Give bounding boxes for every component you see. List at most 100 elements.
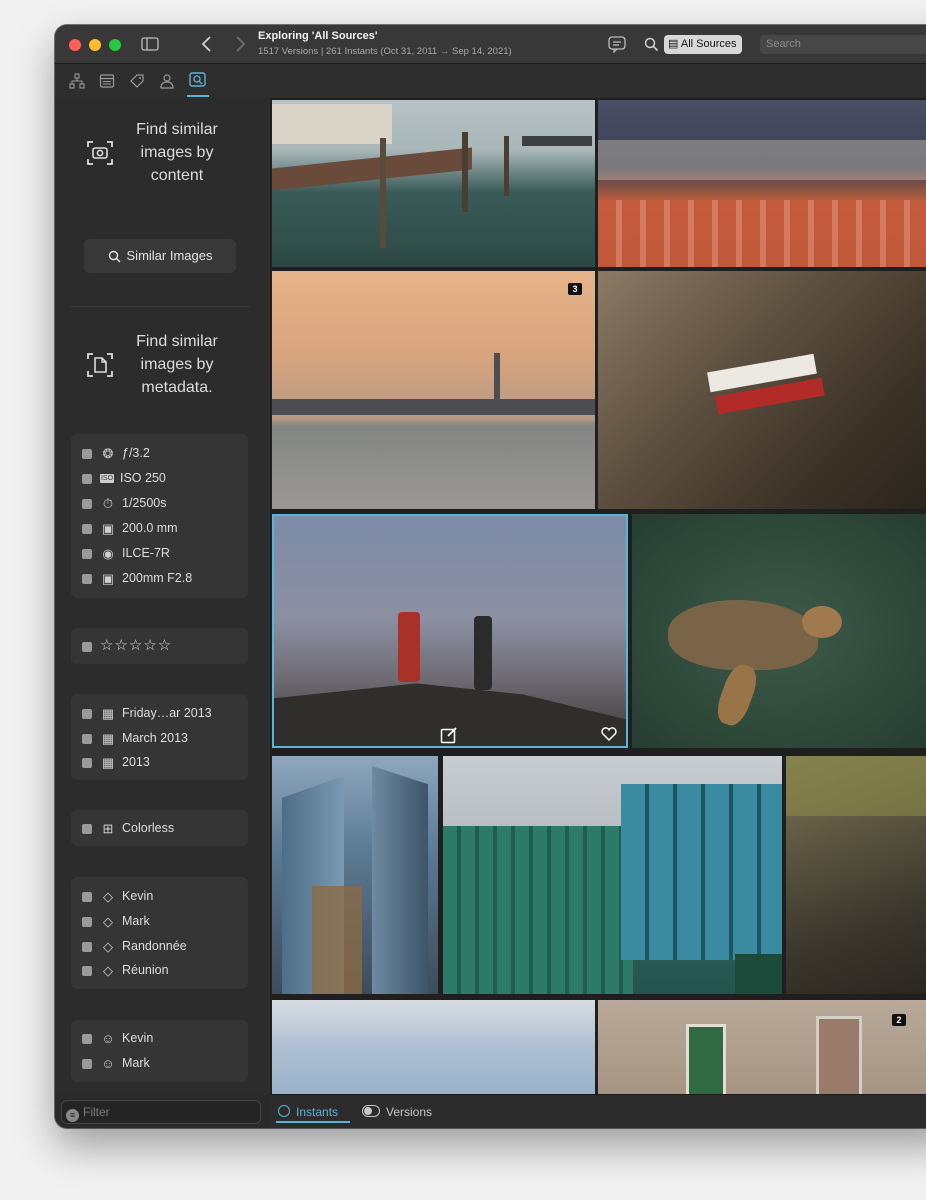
- tag-icon[interactable]: [129, 73, 145, 89]
- sidebar-mode-bar: [55, 64, 926, 98]
- forward-chevron-icon[interactable]: [235, 35, 247, 53]
- turtle-flipper-shape: [712, 660, 762, 730]
- turtle-head-shape: [802, 606, 842, 638]
- exif-row-focal[interactable]: ▣ 200.0 mm: [82, 518, 178, 538]
- checkbox[interactable]: [82, 523, 92, 534]
- photo-skyscrapers[interactable]: [272, 756, 438, 994]
- lens-icon: ▣: [101, 570, 115, 586]
- color-group: ⊞ Colorless: [71, 810, 248, 846]
- heart-icon[interactable]: [600, 726, 618, 742]
- tag-icon: ◇: [103, 962, 113, 978]
- exif-row-aperture[interactable]: ❂ ƒ/3.2: [82, 443, 150, 463]
- calendar-icon[interactable]: [99, 73, 115, 89]
- checkbox[interactable]: [82, 757, 92, 768]
- person-row[interactable]: ☺ Mark: [82, 1053, 150, 1073]
- search-icon[interactable]: [644, 37, 659, 52]
- exif-row-camera[interactable]: ◉ ILCE-7R: [82, 543, 170, 563]
- timer-icon: ⏱: [102, 495, 114, 511]
- toggle-icon: [362, 1105, 380, 1117]
- source-selector-label: All Sources: [680, 38, 737, 50]
- similar-images-label: Similar Images: [126, 248, 213, 263]
- campanile-shape: [494, 353, 500, 403]
- post-shape: [504, 136, 509, 196]
- photo-clouds[interactable]: [272, 1000, 595, 1094]
- checkbox[interactable]: [82, 823, 92, 834]
- checkbox[interactable]: [82, 1058, 92, 1069]
- photo-hikers-selected[interactable]: [272, 514, 628, 748]
- date-row[interactable]: ▦ 2013: [82, 752, 150, 772]
- sidebar: Find similar images by content Similar I…: [55, 98, 270, 1094]
- sidebar-toggle-icon[interactable]: [141, 37, 159, 51]
- photo-green-door[interactable]: 2: [598, 1000, 926, 1094]
- keyword-row[interactable]: ◇ Mark: [82, 911, 150, 931]
- window-subtitle: 1517 Versions | 261 Instants (Oct 31, 20…: [258, 46, 512, 57]
- door-frame-shape: [816, 1016, 862, 1094]
- photo-venice-pier[interactable]: [272, 100, 595, 267]
- exif-row-lens[interactable]: ▣ 200mm F2.8: [82, 568, 192, 588]
- checkbox[interactable]: [82, 708, 92, 719]
- source-selector-button[interactable]: ▤ All Sources: [664, 35, 742, 54]
- instants-tab[interactable]: Instants: [276, 1095, 350, 1128]
- hiker-shape: [474, 616, 492, 690]
- person-icon: ☺: [101, 1055, 115, 1071]
- checkbox[interactable]: [82, 548, 92, 559]
- similar-images-button[interactable]: Similar Images: [84, 239, 236, 273]
- keyword-row[interactable]: ◇ Kevin: [82, 886, 153, 906]
- window-title: Exploring 'All Sources': [258, 30, 378, 42]
- checkbox[interactable]: [82, 965, 92, 976]
- checkbox[interactable]: [82, 641, 92, 652]
- captions-icon[interactable]: [608, 36, 626, 53]
- post-shape: [462, 132, 468, 212]
- turtle-shell-shape: [668, 600, 818, 670]
- zoom-window-button[interactable]: [109, 39, 121, 51]
- photo-grid: 3 2: [270, 98, 926, 1094]
- app-window: Exploring 'All Sources' 1517 Versions | …: [55, 25, 926, 1128]
- metadata-hint-text: Find similar images by metadata.: [136, 333, 218, 396]
- iso-icon: ISO: [100, 474, 114, 484]
- sidebar-filter-field[interactable]: ≡ Filter: [61, 1100, 261, 1124]
- date-row[interactable]: ▦ Friday…ar 2013: [82, 703, 212, 723]
- person-icon[interactable]: [159, 73, 175, 89]
- checkbox[interactable]: [82, 448, 92, 459]
- photo-mosque-interior[interactable]: [598, 100, 926, 267]
- circle-icon: [278, 1105, 290, 1117]
- exif-row-iso[interactable]: ISO ISO 250: [82, 468, 166, 488]
- keyword-row[interactable]: ◇ Réunion: [82, 960, 169, 980]
- keywords-group: ◇ Kevin ◇ Mark ◇ Randonnée ◇ Réunion: [71, 877, 248, 989]
- rating-row[interactable]: ☆☆☆☆☆: [82, 636, 172, 656]
- date-row[interactable]: ▦ March 2013: [82, 728, 188, 748]
- minimize-window-button[interactable]: [89, 39, 101, 51]
- person-row[interactable]: ☺ Kevin: [82, 1028, 153, 1048]
- checkbox[interactable]: [82, 1033, 92, 1044]
- people-group: ☺ Kevin ☺ Mark: [71, 1020, 248, 1082]
- checkbox[interactable]: [82, 941, 92, 952]
- search-field[interactable]: Search: [760, 35, 926, 54]
- color-grid-icon: ⊞: [102, 820, 114, 836]
- calendar-icon: ▦: [101, 705, 115, 721]
- focal-length-icon: ▣: [101, 520, 115, 536]
- photo-venice-sunset[interactable]: 3: [272, 271, 595, 509]
- versions-tab[interactable]: Versions: [362, 1095, 432, 1128]
- title-bar: Exploring 'All Sources' 1517 Versions | …: [55, 25, 926, 64]
- post-shape: [380, 138, 386, 248]
- checkbox[interactable]: [82, 733, 92, 744]
- edit-icon[interactable]: [440, 726, 458, 744]
- photo-green-building[interactable]: [443, 756, 782, 994]
- skyline-shape: [272, 399, 595, 415]
- calendar-icon: ▦: [101, 754, 115, 770]
- photo-rock-cliff[interactable]: [786, 756, 926, 994]
- checkbox[interactable]: [82, 573, 92, 584]
- back-chevron-icon[interactable]: [200, 35, 212, 53]
- checkbox[interactable]: [82, 916, 92, 927]
- keyword-row[interactable]: ◇ Randonnée: [82, 936, 187, 956]
- color-row[interactable]: ⊞ Colorless: [82, 818, 174, 838]
- checkbox[interactable]: [82, 473, 92, 484]
- photo-tree-trail-marker[interactable]: [598, 271, 926, 509]
- similar-search-icon[interactable]: [189, 72, 207, 89]
- checkbox[interactable]: [82, 891, 92, 902]
- checkbox[interactable]: [82, 498, 92, 509]
- close-window-button[interactable]: [69, 39, 81, 51]
- photo-sea-turtle[interactable]: [632, 514, 926, 748]
- hierarchy-icon[interactable]: [69, 73, 85, 89]
- exif-row-shutter[interactable]: ⏱ 1/2500s: [82, 493, 166, 513]
